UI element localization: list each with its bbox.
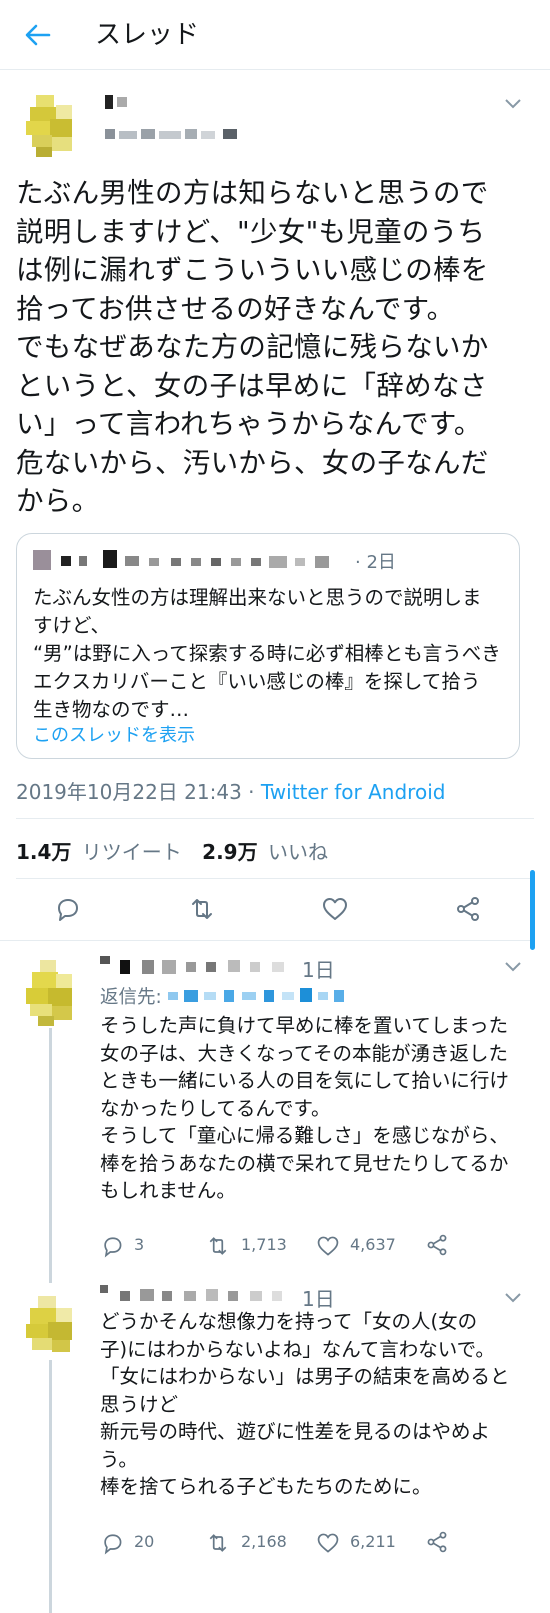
- tweet-meta: 2019年10月22日 21:43 · Twitter for Android: [16, 776, 445, 805]
- like-count[interactable]: 6,211: [316, 1530, 396, 1554]
- retweet-count[interactable]: 2,168: [205, 1530, 287, 1554]
- meta-separator: ·: [241, 780, 261, 804]
- reply-count[interactable]: 3: [100, 1233, 144, 1257]
- reply-count[interactable]: 20: [100, 1530, 154, 1554]
- tweet-timestamp: 2019年10月22日 21:43: [16, 780, 242, 804]
- author-avatar[interactable]: [26, 95, 78, 157]
- quoted-tweet-card[interactable]: · 2日 たぶん女性の方は理解出来ないと思うので説明しま すけど、 “男”は野に…: [16, 533, 520, 759]
- reply-author[interactable]: [100, 1285, 295, 1305]
- reply-text: そうした声に負けて早めに棒を置いてしまった 女の子は、大きくなってその本能が湧き…: [100, 1014, 509, 1202]
- like-icon[interactable]: [316, 1234, 340, 1258]
- app-header: スレッド: [0, 0, 550, 70]
- like-icon[interactable]: [316, 1531, 340, 1555]
- reply-avatar[interactable]: [26, 960, 74, 1026]
- author-handle: [105, 129, 240, 141]
- quoted-timestamp: · 2日: [355, 552, 396, 573]
- retweet-count[interactable]: 1,713: [205, 1233, 287, 1257]
- reply-icon[interactable]: [100, 1234, 124, 1258]
- author-name[interactable]: [105, 95, 135, 109]
- reply-text: どうかそんな想像力を持って「女の人(女の 子)にはわからないよね」なんて言わない…: [100, 1310, 510, 1498]
- reply-avatar[interactable]: [26, 1296, 74, 1356]
- share-icon[interactable]: [454, 895, 482, 923]
- scrollbar[interactable]: [530, 870, 535, 950]
- divider: [16, 818, 534, 819]
- retweet-count-value: 2,168: [241, 1532, 287, 1551]
- replying-to-label: 返信先:: [100, 987, 162, 1008]
- likes-count[interactable]: 2.9万: [202, 840, 257, 864]
- chevron-down-icon[interactable]: [504, 961, 522, 973]
- retweet-icon[interactable]: [205, 1531, 231, 1555]
- reply-count-value: 20: [134, 1532, 155, 1551]
- divider: [16, 878, 534, 879]
- retweet-icon[interactable]: [205, 1234, 231, 1258]
- reply-count-value: 3: [134, 1235, 145, 1254]
- show-thread-link[interactable]: このスレッドを表示: [33, 721, 195, 747]
- like-count-value: 6,211: [350, 1532, 396, 1551]
- reply-icon[interactable]: [100, 1531, 124, 1555]
- tweet-text: たぶん男性の方は知らないと思うので 説明しますけど、"少女"も児童のうち は例に…: [16, 177, 489, 517]
- reply-author[interactable]: [100, 956, 295, 976]
- retweet-icon[interactable]: [188, 895, 216, 923]
- tweet-source-link[interactable]: Twitter for Android: [261, 780, 446, 804]
- tweet-stats: 1.4万 リツイート 2.9万 いいね: [16, 836, 328, 865]
- quoted-text: たぶん女性の方は理解出来ないと思うので説明しま すけど、 “男”は野に入って探索…: [33, 586, 501, 721]
- replying-to-handle[interactable]: [168, 988, 348, 1004]
- like-count[interactable]: 4,637: [316, 1233, 396, 1257]
- likes-label[interactable]: いいね: [268, 840, 328, 864]
- reply-timestamp: 1日: [302, 958, 335, 982]
- retweets-label[interactable]: リツイート: [82, 840, 182, 864]
- page-title: スレッド: [95, 20, 200, 50]
- retweets-count[interactable]: 1.4万: [16, 840, 71, 864]
- reply-icon[interactable]: [53, 895, 81, 923]
- thread-line: [49, 1028, 52, 1283]
- quoted-author: [33, 550, 348, 570]
- thread-line: [49, 1360, 52, 1613]
- back-arrow-icon[interactable]: [22, 20, 52, 50]
- share-icon[interactable]: [425, 1530, 449, 1554]
- divider: [0, 940, 530, 941]
- chevron-down-icon[interactable]: [504, 98, 522, 110]
- like-count-value: 4,637: [350, 1235, 396, 1254]
- retweet-count-value: 1,713: [241, 1235, 287, 1254]
- like-icon[interactable]: [321, 895, 349, 923]
- share-icon[interactable]: [425, 1233, 449, 1257]
- chevron-down-icon[interactable]: [504, 1292, 522, 1304]
